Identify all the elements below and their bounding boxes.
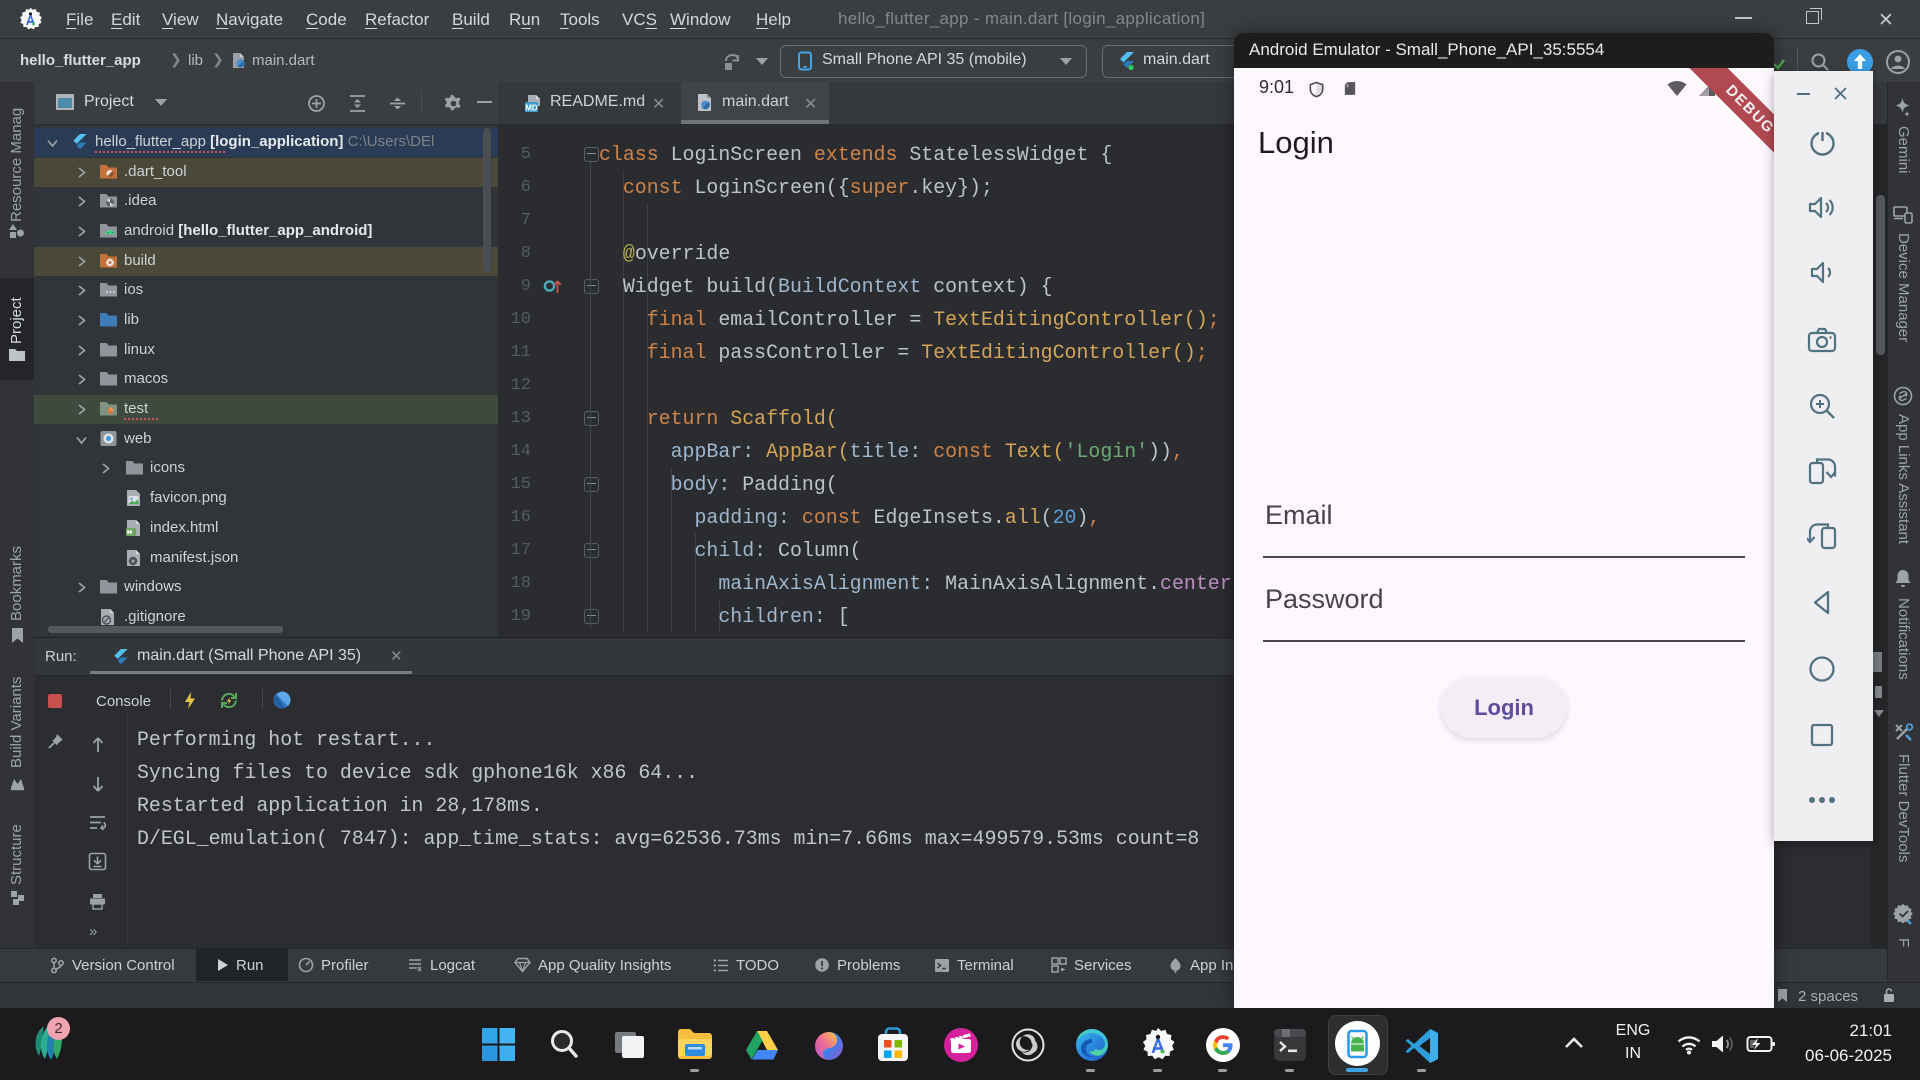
svg-text:MD: MD — [525, 104, 538, 113]
